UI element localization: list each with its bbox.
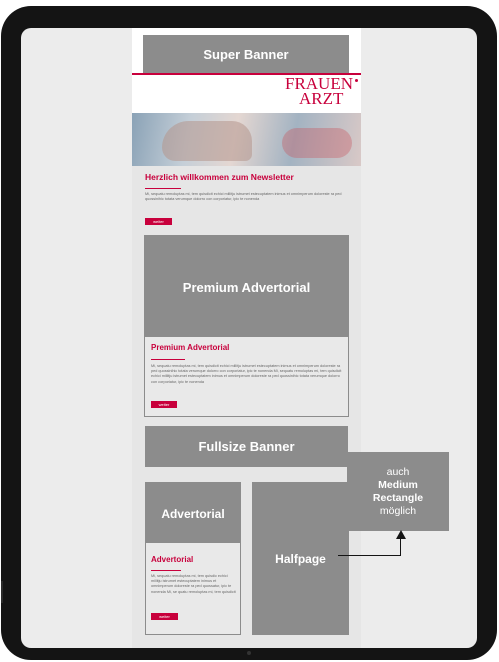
premium-card-title: Premium Advertorial bbox=[151, 343, 230, 352]
super-banner-placeholder[interactable]: Super Banner bbox=[143, 35, 349, 73]
newsletter-mockup: Super Banner FRAUEN ARZT Herzlich willko… bbox=[132, 28, 361, 648]
frauenarzt-logo[interactable]: FRAUEN ARZT bbox=[285, 75, 353, 108]
advertorial-title-underline bbox=[151, 570, 181, 571]
title-underline bbox=[145, 188, 181, 189]
note-line-medium: Medium bbox=[378, 478, 418, 491]
connector-line-horizontal bbox=[338, 555, 400, 556]
tablet-frame: Super Banner FRAUEN ARZT Herzlich willko… bbox=[1, 6, 497, 660]
note-line-rectangle: Rectangle bbox=[372, 491, 424, 504]
hero-image bbox=[132, 113, 361, 166]
tablet-screen: Super Banner FRAUEN ARZT Herzlich willko… bbox=[21, 28, 477, 648]
advertorial-card: Advertorial Mi, sequatu remoluptas mi, t… bbox=[145, 543, 241, 635]
halfpage-placeholder[interactable]: Halfpage bbox=[252, 482, 349, 635]
logo-header: FRAUEN ARZT bbox=[132, 73, 361, 113]
advertorial-weiter-button[interactable]: weiter bbox=[151, 613, 178, 620]
note-line-moeglich: möglich bbox=[379, 504, 417, 517]
welcome-title: Herzlich willkommen zum Newsletter bbox=[145, 172, 294, 182]
logo-registered-mark bbox=[355, 79, 358, 82]
welcome-body-text: Mi, sequatu remoluptas mi, tem quisdicit… bbox=[145, 192, 342, 202]
welcome-weiter-button[interactable]: weiter bbox=[145, 218, 172, 225]
tablet-side-button bbox=[1, 581, 3, 603]
premium-weiter-button[interactable]: weiter bbox=[151, 401, 177, 408]
connector-line-vertical bbox=[400, 538, 401, 556]
premium-card-body-text: Mi, sequatu remoluptas mi, tem quisdicit… bbox=[151, 364, 342, 384]
advertorial-card-body-text: Mi, sequatu remoluptas mi, tem quisdic e… bbox=[151, 574, 236, 594]
logo-line-2: ARZT bbox=[298, 89, 344, 108]
medium-rectangle-note: auch Medium Rectangle möglich bbox=[347, 452, 449, 531]
arrow-up-icon bbox=[396, 530, 406, 539]
home-indicator bbox=[247, 651, 251, 655]
advertorial-card-title: Advertorial bbox=[151, 555, 194, 564]
premium-title-underline bbox=[151, 359, 185, 360]
fullsize-banner-placeholder[interactable]: Fullsize Banner bbox=[145, 426, 348, 467]
advertorial-placeholder[interactable]: Advertorial bbox=[145, 482, 241, 545]
premium-advertorial-card: Premium Advertorial Mi, sequatu remolupt… bbox=[144, 337, 349, 417]
note-line-auch: auch bbox=[386, 465, 410, 478]
premium-advertorial-placeholder[interactable]: Premium Advertorial bbox=[144, 235, 349, 339]
